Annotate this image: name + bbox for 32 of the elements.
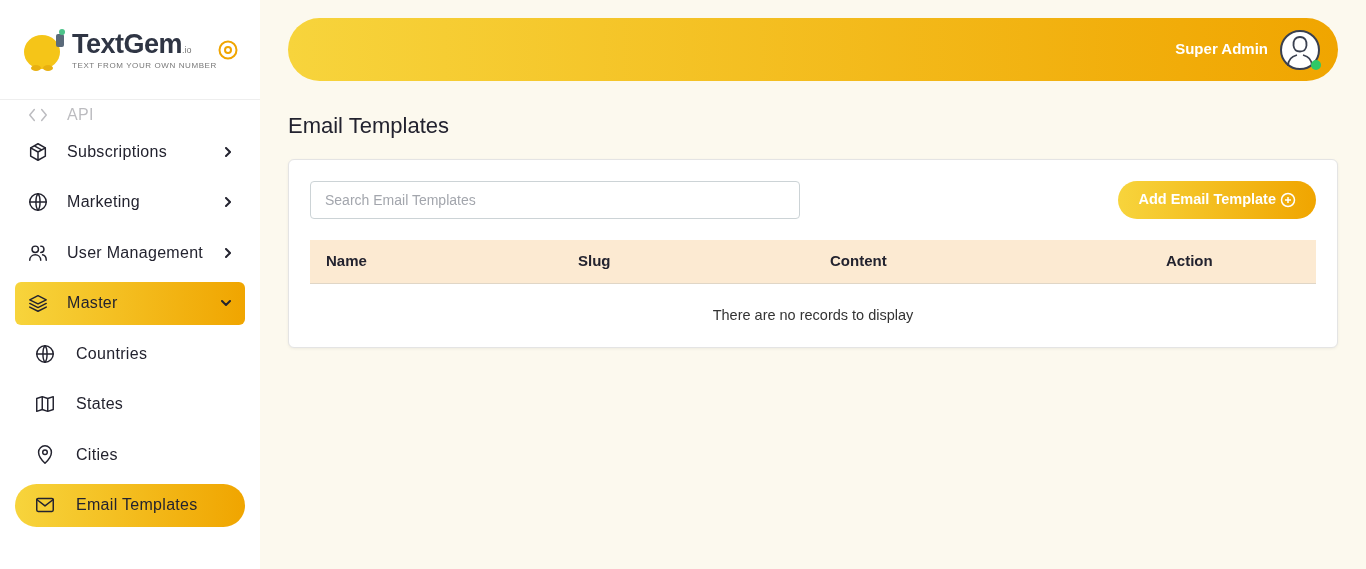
layers-icon [27,292,49,314]
user-icon [1285,33,1315,66]
submenu-item[interactable]: Email Templates [15,483,245,527]
logo-text: TextGem [72,29,183,59]
submenu-item[interactable]: Countries [15,332,245,375]
globe-icon [34,342,56,365]
logo-tagline: TEXT FROM YOUR OWN NUMBER [72,59,217,72]
chevron-down-icon [221,300,231,306]
map-icon [34,393,56,415]
column-header: Content [829,251,888,272]
page-title: Email Templates [288,112,450,140]
plus-circle-icon [1280,192,1296,208]
logo-suffix: .io [182,45,192,55]
chevron-right-icon [225,197,231,207]
box-icon [27,140,49,163]
globe-icon [27,191,49,213]
mascot-icon [22,27,68,72]
user-name: Super Admin [1175,39,1268,60]
empty-message: There are no records to display [711,306,915,325]
submenu-item[interactable]: Cities [15,433,245,476]
chevron-right-icon [225,247,231,258]
column-header: Name [325,251,368,272]
column-header: Action [1165,251,1214,272]
chevron-right-icon [225,146,231,157]
sidebar-item[interactable]: User Management [15,231,245,274]
sidebar-item[interactable]: Subscriptions [15,130,245,173]
avatar[interactable] [1280,29,1320,70]
sidebar-item[interactable]: Marketing [15,180,245,224]
sidebar-item[interactable]: Master [15,281,245,325]
column-header: Slug [577,251,612,272]
submenu-item[interactable]: States [15,382,245,426]
search-field[interactable]: Search Email Templates [310,181,800,219]
